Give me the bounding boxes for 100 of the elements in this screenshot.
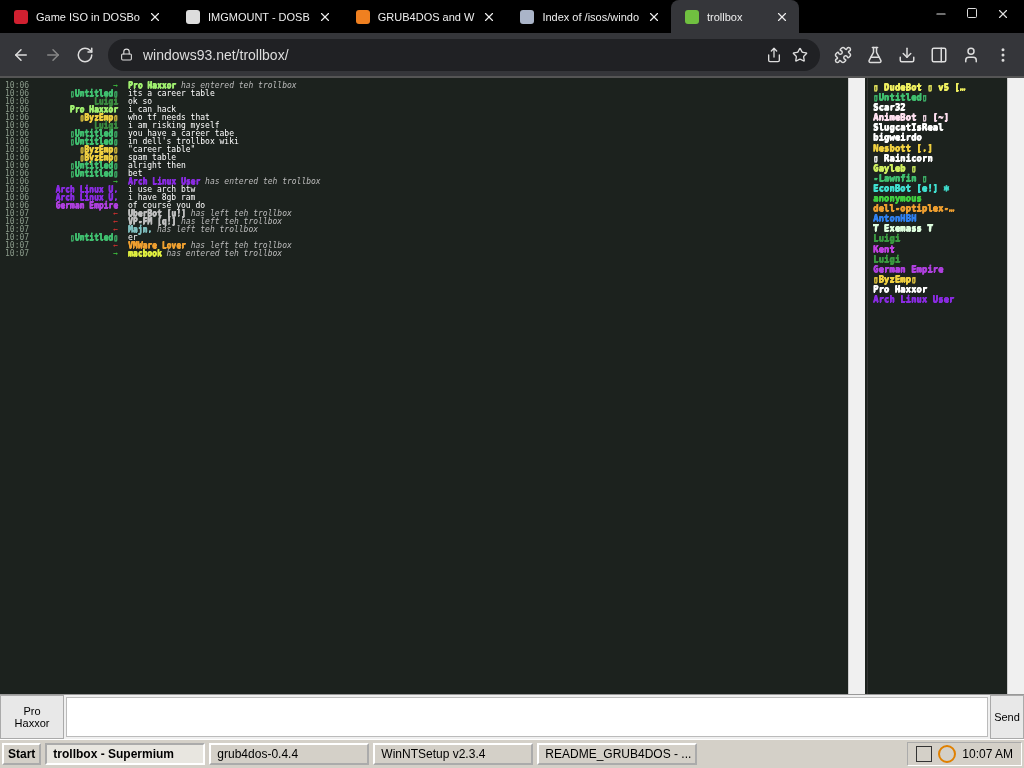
system-message: has left teh trollbox bbox=[190, 209, 292, 218]
message-time: 10:06 bbox=[4, 90, 31, 98]
user-nickname: macbook bbox=[128, 249, 162, 258]
send-button[interactable]: Send bbox=[990, 695, 1024, 739]
taskbar-button[interactable]: trollbox - Supermium bbox=[45, 743, 206, 765]
taskbar-button[interactable]: grub4dos-0.4.4 bbox=[209, 743, 370, 765]
arrow-icon: → bbox=[40, 250, 128, 258]
download-icon[interactable] bbox=[898, 45, 916, 64]
address-field[interactable]: windows93.net/trollbox/ bbox=[108, 38, 820, 71]
user-nickname: German Empire bbox=[55, 201, 118, 210]
message-time: 10:07 bbox=[4, 242, 31, 250]
message-time: 10:06 bbox=[4, 122, 31, 130]
chat-message: bet bbox=[128, 170, 143, 178]
reload-icon[interactable] bbox=[76, 45, 94, 64]
browser-tab[interactable]: Game ISO in DOSBo bbox=[0, 0, 172, 33]
user-nickname: UberBot [u!] bbox=[128, 209, 186, 218]
user-nickname: Pro Haxxor bbox=[128, 81, 177, 90]
user-nickname: ▯Untitled▯ bbox=[69, 233, 118, 242]
puzzle-icon[interactable] bbox=[834, 45, 852, 64]
message-time: 10:07 bbox=[4, 250, 31, 258]
chat-message: in dell's trollbox wiki bbox=[128, 138, 240, 146]
message-input[interactable] bbox=[66, 697, 988, 737]
lock-icon bbox=[120, 48, 133, 61]
user-nickname: Majn. bbox=[128, 225, 153, 234]
user-list-item[interactable]: bigweirdo bbox=[873, 132, 1007, 143]
user-list-item[interactable]: Pro Haxxor bbox=[873, 283, 1007, 294]
user-list-item[interactable]: -Lawnfin ▯ bbox=[873, 172, 1007, 183]
user-nickname: ▯Untitled▯ bbox=[69, 161, 118, 170]
chat-message: "career table" bbox=[128, 146, 196, 154]
user-list-item[interactable]: German Empire bbox=[873, 263, 1007, 274]
taskbar-button[interactable]: README_GRUB4DOS - ... bbox=[537, 743, 698, 765]
user-list-item[interactable]: ▯ Rainicorn bbox=[873, 152, 1007, 163]
user-list-item[interactable]: ▯Untitled▯ bbox=[873, 92, 1007, 103]
user-list-item[interactable]: ▯ DudeBot ▯ v5 [… bbox=[873, 82, 1007, 93]
message-time: 10:06 bbox=[4, 170, 31, 178]
message-time: 10:06 bbox=[4, 154, 31, 162]
user-nickname: Arch Linux User bbox=[128, 177, 201, 186]
user-nickname: ▯Untitled▯ bbox=[69, 89, 118, 98]
user-list-item[interactable]: Scar32 bbox=[873, 102, 1007, 113]
chat-message: alright then bbox=[128, 162, 187, 170]
system-message: has left teh trollbox bbox=[181, 217, 283, 226]
chat-message: i use arch btw bbox=[128, 186, 196, 194]
message-time: 10:06 bbox=[4, 130, 31, 138]
user-list-item[interactable]: AntonHBH bbox=[873, 213, 1007, 224]
flask-icon[interactable] bbox=[866, 45, 884, 64]
user-list-item[interactable]: ₮ Exemass ₮ bbox=[873, 223, 1007, 234]
chat-message: i am risking myself bbox=[128, 122, 220, 130]
message-time: 10:06 bbox=[4, 194, 31, 202]
scrollbar[interactable] bbox=[1007, 78, 1024, 694]
user-list-item[interactable]: Nesbott [.] bbox=[873, 142, 1007, 153]
user-list-item[interactable]: Luigi bbox=[873, 253, 1007, 264]
share-icon[interactable] bbox=[766, 46, 782, 63]
taskbar-button[interactable]: WinNTSetup v2.3.4 bbox=[373, 743, 534, 765]
user-list-item[interactable]: SlugcatIsReal bbox=[873, 122, 1007, 133]
system-message: has entered teh trollbox bbox=[166, 249, 283, 258]
chat-message: ok so bbox=[128, 98, 154, 106]
user-list-item[interactable]: Gayleb ▯ bbox=[873, 162, 1007, 173]
restore-icon[interactable] bbox=[966, 7, 978, 19]
user-nickname: ▯Untitled▯ bbox=[69, 169, 118, 178]
message-time: 10:06 bbox=[4, 186, 31, 194]
chat-message: er bbox=[128, 234, 139, 242]
user-nickname: ▯Untitled▯ bbox=[69, 129, 118, 138]
user-list-item[interactable]: Kent bbox=[873, 243, 1007, 254]
user-nickname: Arch Linux U. bbox=[55, 185, 118, 194]
message-time: 10:06 bbox=[4, 106, 31, 114]
browser-tab[interactable]: Index of /isos/windo bbox=[506, 0, 671, 33]
browser-tab[interactable]: IMGMOUNT - DOSB bbox=[171, 0, 342, 33]
message-time: 10:06 bbox=[4, 114, 31, 122]
user-list-item[interactable]: anonymous bbox=[873, 193, 1007, 204]
message-time: 10:06 bbox=[4, 178, 31, 186]
user-nickname: ▯ByzEmp▯ bbox=[79, 153, 118, 162]
message-time: 10:07 bbox=[4, 210, 31, 218]
close-icon[interactable] bbox=[996, 7, 1010, 21]
clock: 10:07 AM bbox=[962, 747, 1013, 761]
star-icon[interactable] bbox=[792, 46, 808, 63]
user-nickname: Pro Haxxor bbox=[69, 105, 118, 114]
message-time: 10:06 bbox=[4, 146, 31, 154]
arrow-icon: ← bbox=[40, 218, 128, 226]
system-message: has left teh trollbox bbox=[156, 225, 259, 234]
user-nickname: Luigi bbox=[93, 97, 118, 106]
system-message: has entered teh trollbox bbox=[181, 81, 297, 90]
side-panel-icon[interactable] bbox=[930, 45, 948, 64]
user-list-item[interactable]: dell-optiplex-… bbox=[873, 203, 1007, 214]
browser-tab[interactable]: GRUB4DOS and W bbox=[341, 0, 507, 33]
user-nickname: ▯ByzEmp▯ bbox=[79, 113, 118, 122]
user-list-item[interactable]: AnimeBot ▯ [~] bbox=[873, 112, 1007, 123]
user-nickname: VMWare Lover bbox=[128, 241, 186, 250]
user-list-item[interactable]: EconBot [e!] ❄ bbox=[873, 182, 1007, 194]
profile-icon[interactable] bbox=[962, 45, 980, 64]
browser-tab[interactable]: trollbox bbox=[671, 0, 799, 33]
message-time: 10:06 bbox=[4, 98, 31, 106]
user-list-item[interactable]: ▯ByzEmp▯ bbox=[873, 273, 1007, 284]
start-button[interactable]: Start bbox=[2, 743, 42, 765]
user-list-item[interactable]: Luigi bbox=[873, 233, 1007, 244]
nickname-button[interactable]: Pro Haxxor bbox=[0, 695, 64, 739]
user-nickname: ▯Untitled▯ bbox=[69, 137, 118, 146]
chat-message: its a career table bbox=[128, 90, 215, 98]
chat-message: spam table bbox=[128, 154, 177, 162]
scrollbar[interactable] bbox=[848, 78, 865, 694]
system-message: has left teh trollbox bbox=[190, 241, 292, 250]
